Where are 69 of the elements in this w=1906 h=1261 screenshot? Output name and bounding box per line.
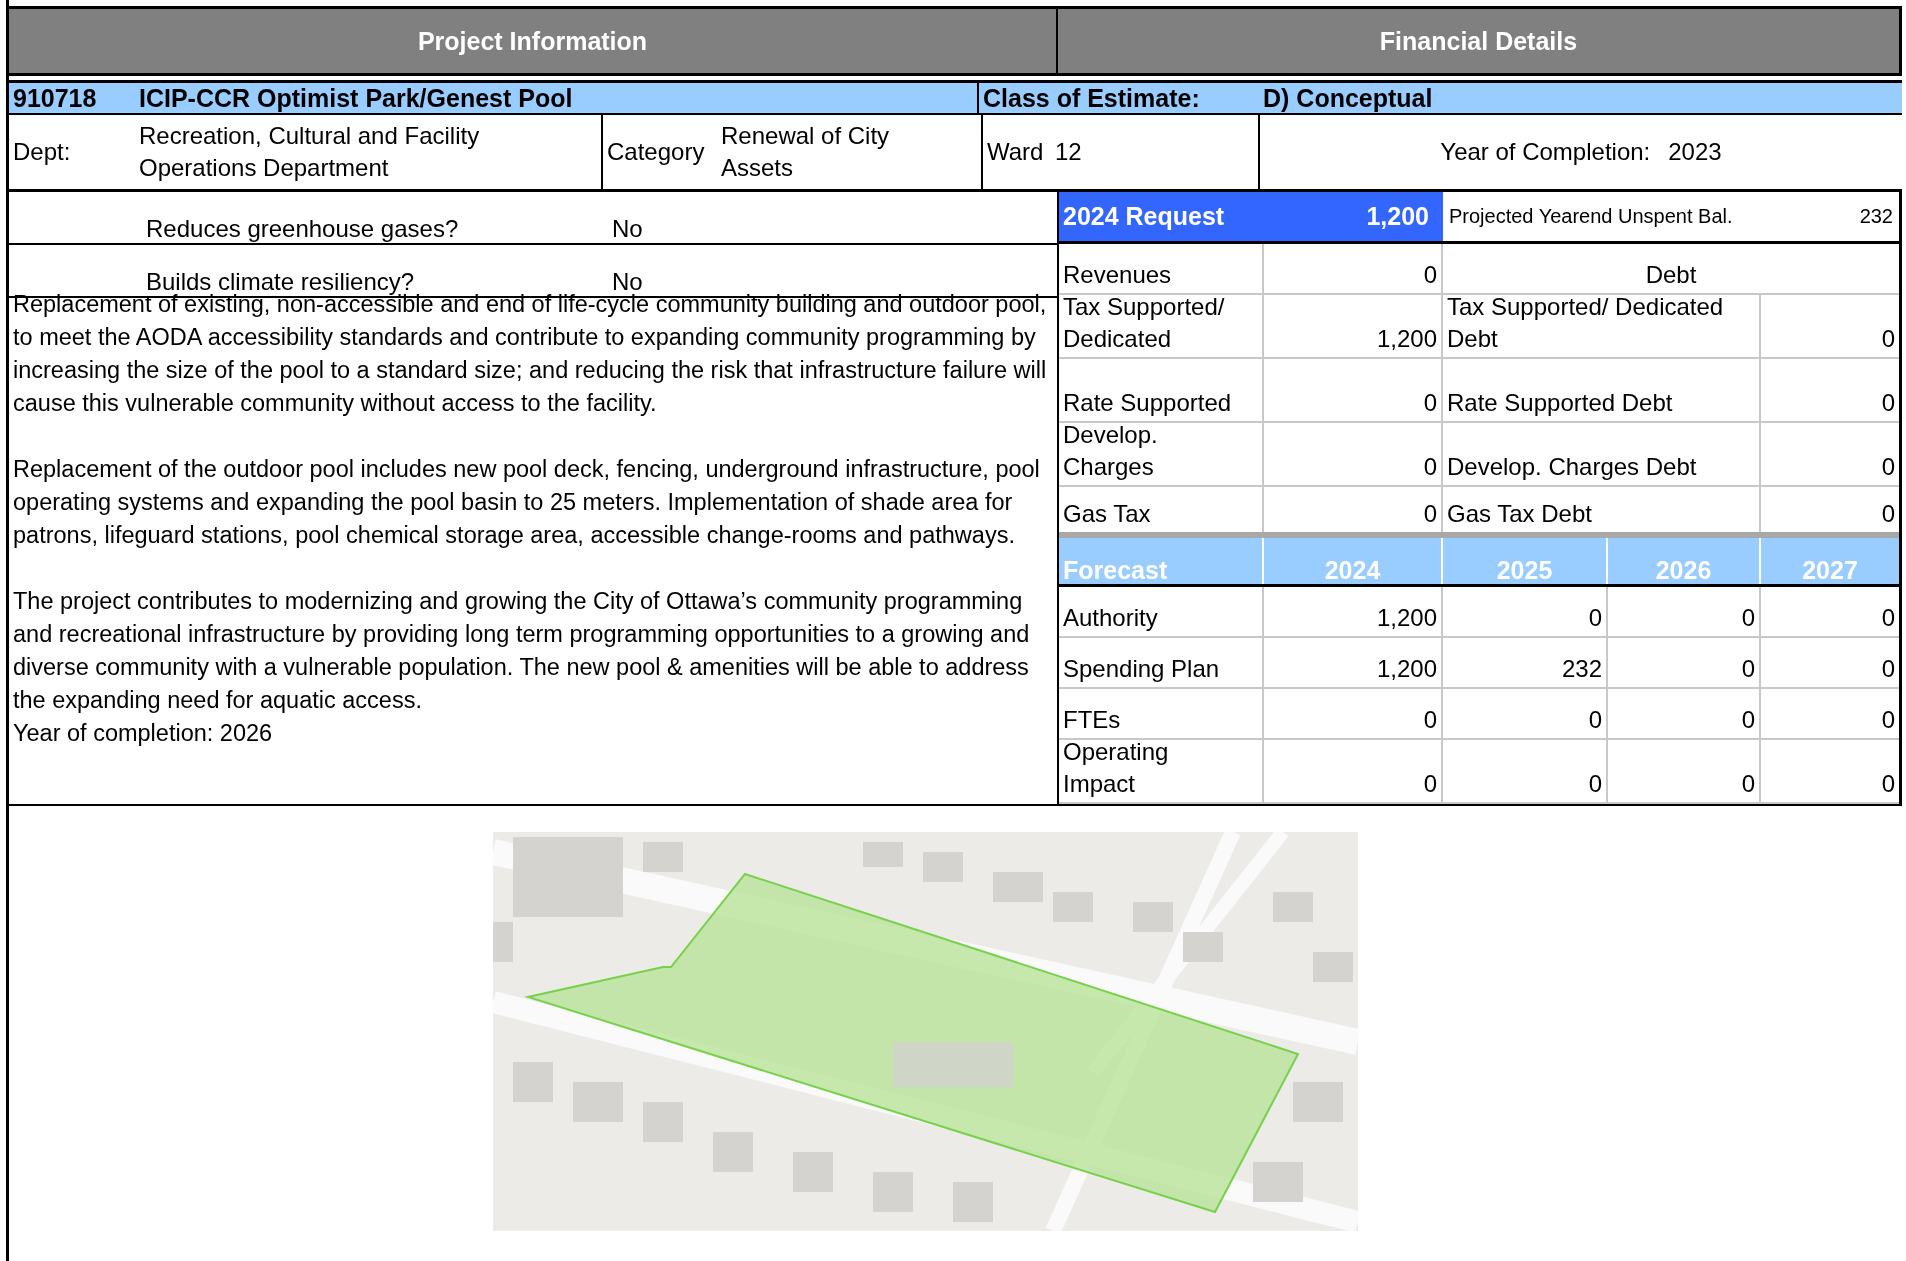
debt-label: Rate Supported Debt — [1447, 388, 1673, 418]
revenue-label: Revenues — [1063, 260, 1172, 290]
funding-value: 1,200 — [1376, 324, 1437, 354]
unspent-value: 232 — [1859, 205, 1893, 228]
forecast-value: 0 — [1741, 654, 1755, 684]
funding-value: 0 — [1423, 388, 1437, 418]
funding-label: Develop. Charges — [1063, 420, 1158, 482]
dept-value: Recreation, Cultural and Facility Operations Department — [139, 121, 480, 183]
class-value: D) Conceptual — [1263, 83, 1433, 113]
completion-value: 2023 — [1668, 137, 1722, 167]
debt-label: Develop. Charges Debt — [1447, 452, 1697, 482]
forecast-value: 0 — [1741, 769, 1755, 799]
forecast-heading: 2026 — [1655, 556, 1712, 584]
funding-label: Gas Tax — [1063, 499, 1151, 529]
request-label: 2024 Request — [1063, 202, 1225, 231]
class-label: Class of Estimate: — [983, 83, 1201, 113]
debt-heading: Debt — [1645, 260, 1697, 290]
forecast-row-label: Authority — [1063, 603, 1158, 633]
forecast-value: 0 — [1588, 769, 1602, 799]
question-answer: No — [612, 215, 643, 243]
forecast-value: 0 — [1881, 769, 1895, 799]
funding-label: Rate Supported — [1063, 388, 1232, 418]
category-value: Renewal of City Assets — [721, 121, 890, 183]
forecast-value: 0 — [1881, 654, 1895, 684]
question-text: Builds climate resiliency? — [146, 268, 415, 295]
forecast-row-label: Operating Impact — [1063, 737, 1169, 799]
project-name: ICIP-CCR Optimist Park/Genest Pool — [139, 83, 573, 113]
dept-label: Dept: — [13, 137, 71, 167]
revenue-value: 0 — [1423, 260, 1437, 290]
forecast-row-label: FTEs — [1063, 705, 1121, 735]
description-paragraph: Replacement of the outdoor pool includes new pool deck, fencing, underground infrastructure, pool operating systems and expanding the pool basin to 25 meters. Implementation of shade area for patrons, lifeguard stations, pool chemical storage area, accessible change-rooms and pathways. — [13, 455, 1041, 550]
ward-label: Ward — [987, 137, 1044, 167]
forecast-value: 0 — [1741, 705, 1755, 735]
forecast-value: 0 — [1423, 705, 1437, 735]
forecast-value: 0 — [1588, 603, 1602, 633]
forecast-value: 0 — [1881, 705, 1895, 735]
funding-label: Tax Supported/ Dedicated — [1063, 292, 1225, 354]
debt-value: 0 — [1881, 388, 1895, 418]
forecast-heading: 2024 — [1324, 556, 1381, 584]
forecast-value: 0 — [1588, 705, 1602, 735]
project-number: 910718 — [13, 83, 98, 113]
forecast-heading: 2025 — [1496, 556, 1553, 584]
forecast-value: 1,200 — [1376, 603, 1437, 633]
debt-value: 0 — [1881, 499, 1895, 529]
funding-value: 0 — [1423, 452, 1437, 482]
forecast-row-label: Spending Plan — [1063, 654, 1220, 684]
forecast-value: 0 — [1741, 603, 1755, 633]
request-value: 1,200 — [1366, 202, 1429, 231]
debt-label: Gas Tax Debt — [1447, 499, 1592, 529]
debt-value: 0 — [1881, 452, 1895, 482]
forecast-value: 1,200 — [1376, 654, 1437, 684]
question-text: Reduces greenhouse gases? — [146, 215, 460, 243]
funding-value: 0 — [1423, 499, 1437, 529]
completion-label: Year of Completion: — [1440, 137, 1651, 167]
forecast-heading: Forecast — [1063, 556, 1168, 584]
completion-note: Year of completion: 2026 — [13, 720, 273, 746]
section-header: Project Information — [9, 9, 1058, 73]
debt-value: 0 — [1881, 324, 1895, 354]
question-answer: No — [612, 268, 643, 295]
forecast-heading: 2027 — [1802, 556, 1858, 584]
ward-value: 12 — [1055, 137, 1082, 167]
forecast-value: 232 — [1561, 654, 1602, 684]
forecast-value: 0 — [1881, 603, 1895, 633]
unspent-label: Projected Yearend Unspent Bal. — [1449, 205, 1733, 228]
debt-label: Tax Supported/ Dedicated Debt — [1447, 292, 1724, 354]
forecast-value: 0 — [1423, 769, 1437, 799]
category-label: Category — [607, 137, 705, 167]
section-header: Financial Details — [1378, 25, 1579, 57]
description-paragraph: The project contributes to modernizing and growing the City of Ottawa’s community programming and recreational infrastructure by providing long term programming opportunities to a growing and diverse community with a vulnerable population. The new pool & amenities will be able to address the expanding need for aquatic access. — [13, 587, 1031, 715]
